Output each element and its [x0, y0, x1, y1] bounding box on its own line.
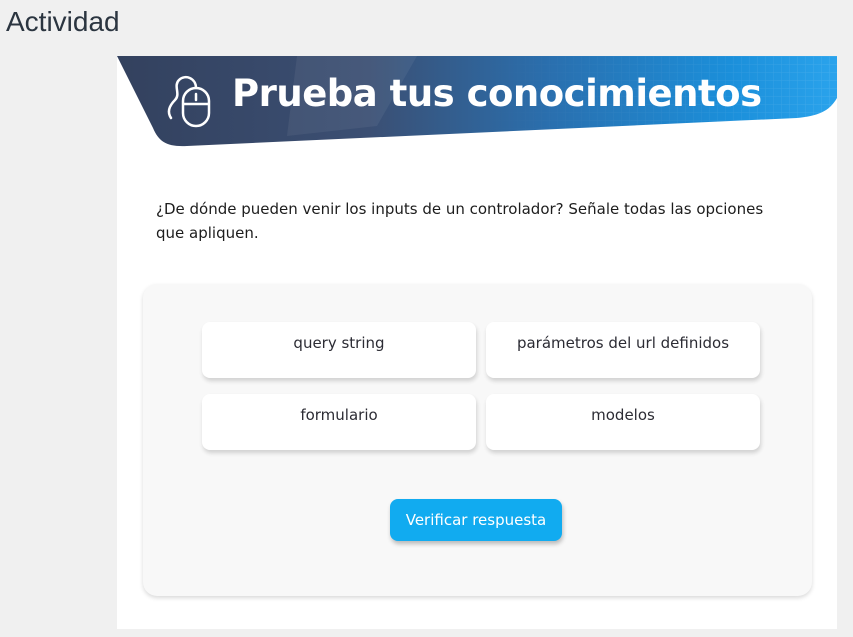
answer-panel: query string parámetros del url definido…: [143, 284, 812, 596]
activity-card: Prueba tus conocimientos ¿De dónde puede…: [117, 56, 837, 629]
verify-answer-button[interactable]: Verificar respuesta: [390, 499, 562, 541]
quiz-banner: Prueba tus conocimientos: [117, 56, 837, 148]
question-text: ¿De dónde pueden venir los inputs de un …: [156, 200, 764, 242]
page-title: Actividad: [6, 6, 120, 37]
option-url-parameters[interactable]: parámetros del url definidos: [486, 322, 760, 378]
mouse-icon: [167, 76, 211, 128]
option-modelos[interactable]: modelos: [486, 394, 760, 450]
banner-title: Prueba tus conocimientos: [232, 72, 762, 115]
option-query-string[interactable]: query string: [202, 322, 476, 378]
option-formulario[interactable]: formulario: [202, 394, 476, 450]
